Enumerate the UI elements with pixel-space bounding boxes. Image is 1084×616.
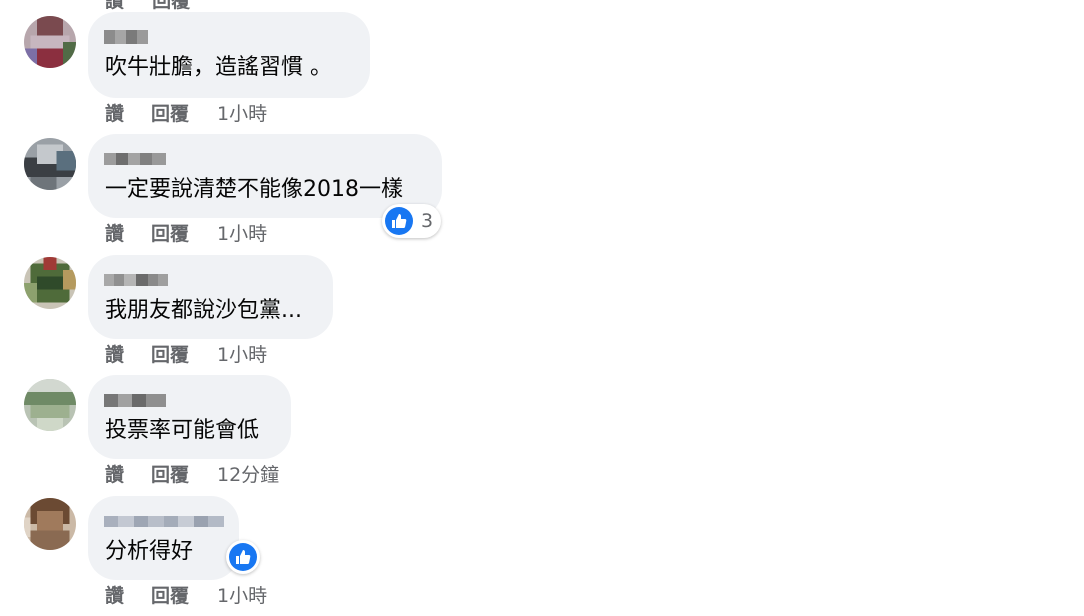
reply-action[interactable]: 回覆: [151, 102, 189, 126]
avatar[interactable]: [24, 16, 76, 68]
comment-timestamp[interactable]: 12分鐘: [217, 463, 279, 487]
comment-text: 投票率可能會低: [105, 418, 260, 443]
avatar[interactable]: [24, 379, 76, 431]
comment-author-name[interactable]: [104, 391, 166, 409]
reply-action[interactable]: 回覆: [151, 222, 189, 246]
reply-action[interactable]: 回覆: [152, 0, 190, 12]
reaction-summary[interactable]: 3: [382, 204, 442, 238]
comment-timestamp[interactable]: 1小時: [217, 343, 267, 367]
like-action[interactable]: 讚: [105, 102, 124, 126]
comment-text: 我朋友都說沙包黨...: [105, 298, 302, 323]
comment-text: 吹牛壯膽，造謠習慣 。: [105, 55, 332, 80]
like-action[interactable]: 讚: [105, 222, 124, 246]
comment-author-name[interactable]: [104, 512, 224, 530]
reaction-count: 3: [421, 210, 434, 232]
reply-action[interactable]: 回覆: [151, 463, 189, 487]
comment-bubble: 一定要說清楚不能像2018一樣: [88, 134, 442, 218]
like-action[interactable]: 讚: [105, 0, 124, 12]
like-action[interactable]: 讚: [105, 343, 124, 367]
thumbs-up-icon: [229, 543, 257, 571]
comment-author-name[interactable]: [104, 150, 166, 168]
avatar[interactable]: [24, 138, 76, 190]
reply-action[interactable]: 回覆: [151, 584, 189, 608]
comment-timestamp[interactable]: 1小時: [217, 584, 267, 608]
avatar[interactable]: [24, 257, 76, 309]
comment-bubble: 投票率可能會低: [88, 375, 291, 459]
comment-text: 分析得好: [105, 539, 194, 564]
comment-timestamp[interactable]: 1小時: [217, 102, 267, 126]
comment-bubble: 吹牛壯膽，造謠習慣 。: [88, 12, 370, 98]
like-action[interactable]: 讚: [105, 463, 124, 487]
reaction-summary[interactable]: [226, 540, 260, 574]
avatar[interactable]: [24, 498, 76, 550]
comment-timestamp[interactable]: 1小時: [217, 222, 267, 246]
comment-bubble: 分析得好: [88, 496, 239, 580]
comment-author-name[interactable]: [104, 28, 148, 46]
comment-author-name[interactable]: [104, 271, 168, 289]
comment-text: 一定要說清楚不能像2018一樣: [105, 177, 403, 202]
reply-action[interactable]: 回覆: [151, 343, 189, 367]
comment-bubble: 我朋友都說沙包黨...: [88, 255, 333, 339]
thumbs-up-icon: [385, 207, 413, 235]
like-action[interactable]: 讚: [105, 584, 124, 608]
